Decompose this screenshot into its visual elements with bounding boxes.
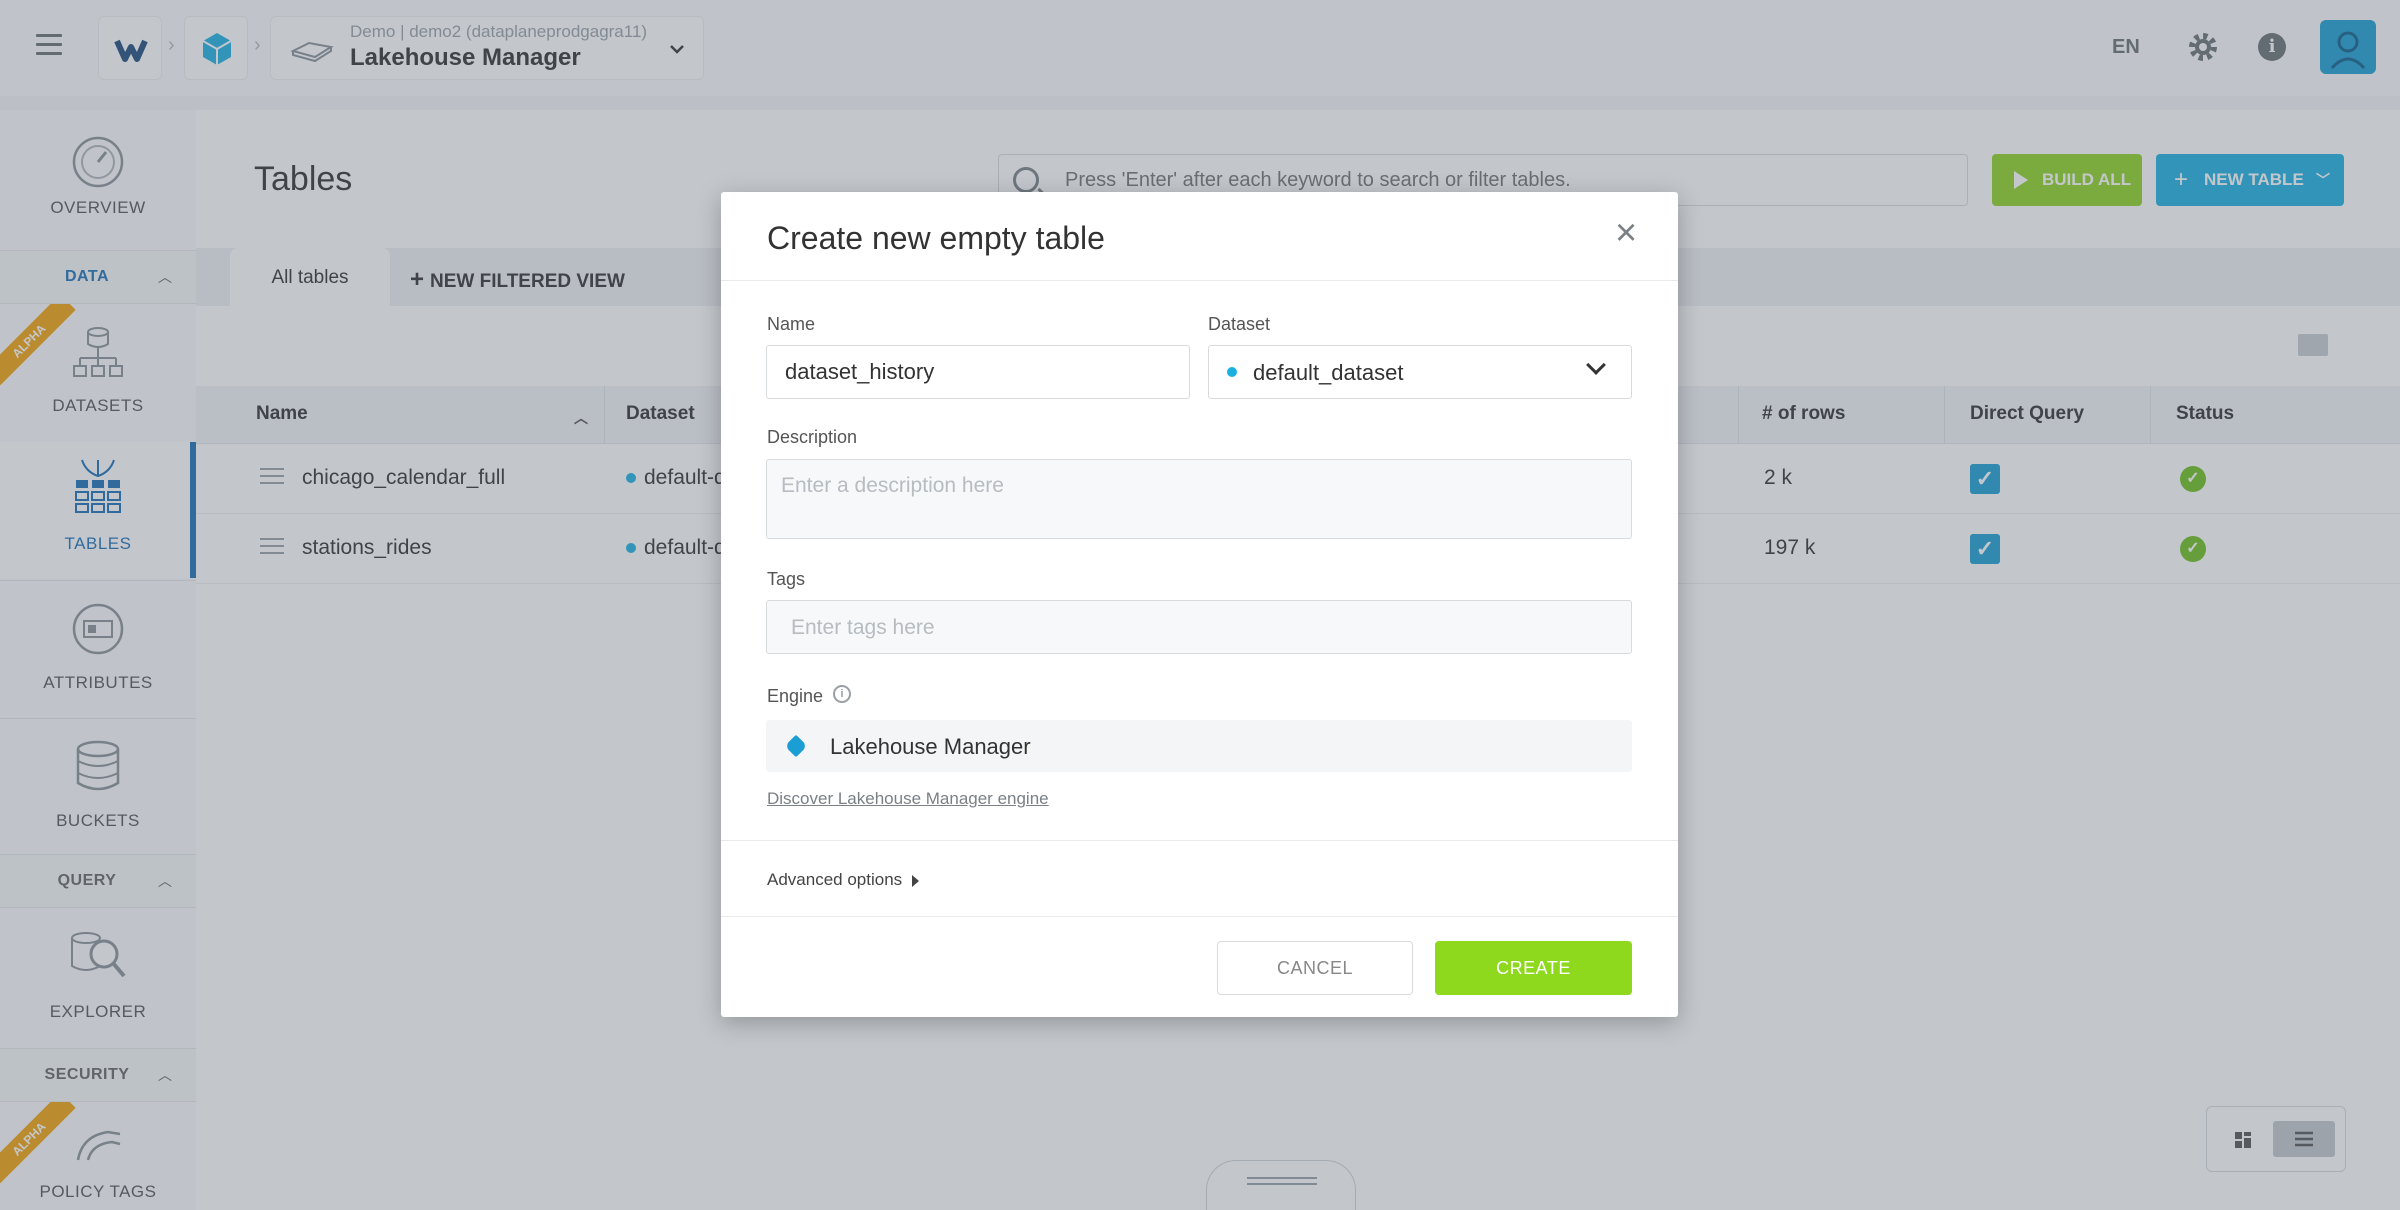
tags-field[interactable]	[766, 600, 1632, 654]
divider	[721, 840, 1678, 841]
create-table-modal: Create new empty table × Name Dataset de…	[721, 192, 1678, 1017]
name-input[interactable]	[766, 345, 1190, 399]
cancel-button[interactable]: CANCEL	[1217, 941, 1413, 995]
dataset-dot	[1227, 367, 1237, 377]
advanced-options-toggle[interactable]: Advanced options	[767, 870, 920, 890]
tags-label: Tags	[767, 569, 806, 589]
modal-title: Create new empty table	[767, 220, 1105, 256]
dataset-select-value: default_dataset	[1253, 360, 1404, 385]
engine-label: Engine	[767, 686, 824, 706]
caret-right-icon	[912, 874, 920, 887]
chevron-down-icon	[1586, 355, 1606, 375]
name-label: Name	[767, 314, 816, 334]
advanced-options-label: Advanced options	[767, 870, 903, 889]
info-icon[interactable]: i	[833, 685, 851, 703]
create-button[interactable]: CREATE	[1435, 941, 1632, 995]
lakehouse-engine-icon	[784, 734, 808, 758]
description-input[interactable]	[766, 459, 1632, 539]
divider	[721, 280, 1678, 281]
close-icon[interactable]: ×	[1615, 214, 1637, 252]
divider	[721, 916, 1678, 917]
dataset-select[interactable]: default_dataset	[1208, 345, 1632, 399]
engine-value: Lakehouse Manager	[830, 734, 1031, 759]
dataset-label: Dataset	[1208, 314, 1271, 334]
description-label: Description	[767, 427, 858, 447]
tags-input[interactable]	[789, 615, 1589, 641]
engine-field: Lakehouse Manager	[766, 720, 1632, 772]
discover-engine-link[interactable]: Discover Lakehouse Manager engine	[767, 789, 1049, 809]
